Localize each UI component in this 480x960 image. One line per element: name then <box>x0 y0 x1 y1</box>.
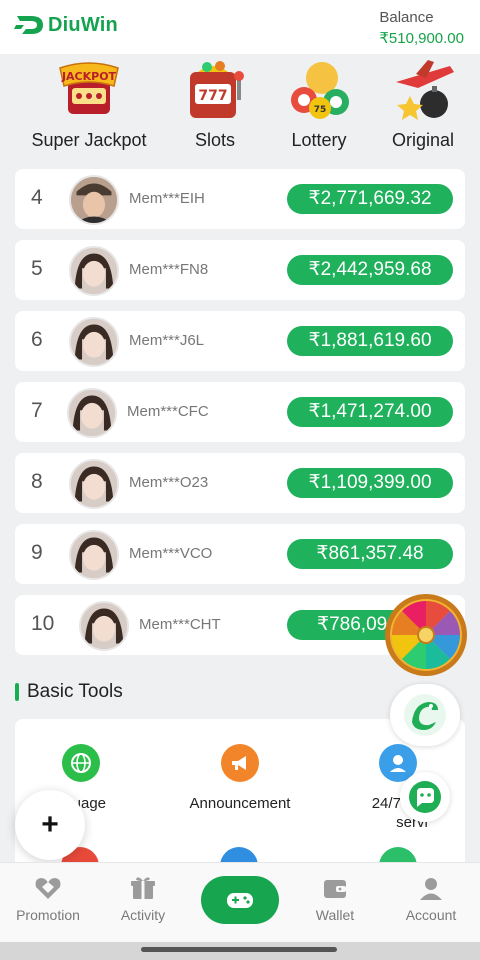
system-home-indicator-area <box>0 942 480 960</box>
lottery-balls-icon: 75 <box>291 62 349 119</box>
win-amount: ₹2,442,959.68 <box>287 255 453 285</box>
win-amount: ₹861,357.48 <box>287 539 453 569</box>
balance-block: Balance ₹510,900.00 <box>379 9 464 47</box>
win-amount: ₹2,771,669.32 <box>287 184 453 214</box>
avatar <box>69 530 119 580</box>
avatar <box>69 317 119 367</box>
gift-icon <box>131 877 155 899</box>
nav-activity[interactable]: Activity <box>95 875 191 923</box>
win-amount: ₹1,881,619.60 <box>287 326 453 356</box>
ranking-row[interactable]: 6 Mem***J6L ₹1,881,619.60 <box>15 311 465 371</box>
win-amount: ₹1,109,399.00 <box>287 468 453 498</box>
nav-label: Promotion <box>16 907 80 923</box>
nav-games-home[interactable] <box>201 876 279 924</box>
dragon-bonus-button[interactable] <box>390 684 460 746</box>
avatar-image <box>71 319 117 365</box>
rank-number: 7 <box>31 399 43 422</box>
brand-logo[interactable]: DiuWin <box>14 12 118 38</box>
tab-label: Lottery <box>291 130 347 150</box>
avatar <box>67 388 117 438</box>
home-indicator-bar[interactable] <box>141 947 337 952</box>
gamepad-icon <box>227 893 253 908</box>
globe-icon <box>62 744 100 782</box>
section-accent-bar <box>15 683 19 701</box>
svg-text:777: 777 <box>198 88 227 104</box>
ranking-row[interactable]: 7 Mem***CFC ₹1,471,274.00 <box>15 382 465 442</box>
avatar-image <box>71 177 117 223</box>
chat-support-button[interactable] <box>400 772 450 822</box>
rank-number: 4 <box>31 186 43 209</box>
section-title: Basic Tools <box>27 681 123 702</box>
member-name: Mem***J6L <box>129 332 205 349</box>
rank-number: 8 <box>31 470 43 493</box>
diamond-heart-icon <box>35 878 61 899</box>
wallet-icon <box>324 880 346 898</box>
tab-lottery[interactable]: 75 Lottery <box>259 58 379 158</box>
avatar-image <box>71 461 117 507</box>
tool-announcement[interactable]: Announcement <box>170 744 310 813</box>
member-name: Mem***CFC <box>127 403 209 420</box>
svg-text:JACKPOT: JACKPOT <box>61 70 117 83</box>
tab-slots[interactable]: 777 Slots <box>155 58 275 158</box>
floating-plus-button[interactable]: + <box>15 790 85 860</box>
nav-account[interactable]: Account <box>383 875 479 923</box>
dragon-icon <box>404 694 446 736</box>
avatar <box>69 246 119 296</box>
basic-tools-card: nguage Announcement 24/7 Cu servi <box>15 719 465 879</box>
lucky-wheel-icon[interactable] <box>383 592 469 678</box>
win-amount: ₹1,471,274.00 <box>287 397 453 427</box>
tab-label: Slots <box>194 130 236 150</box>
jackpot-icon: JACKPOT <box>59 62 119 114</box>
rank-number: 5 <box>31 257 43 280</box>
member-name: Mem***FN8 <box>129 261 209 278</box>
nav-promotion[interactable]: Promotion <box>0 875 96 923</box>
logo-d-icon <box>14 16 43 34</box>
balance-label: Balance <box>379 9 434 26</box>
nav-label: Wallet <box>315 907 355 923</box>
tab-original[interactable]: Original <box>363 58 480 158</box>
tab-label: Original <box>391 130 455 150</box>
avatar <box>69 175 119 225</box>
basic-tools-header: Basic Tools <box>15 681 123 703</box>
megaphone-icon <box>221 744 259 782</box>
game-category-tabs: JACKPOT Super Jackpot 777 Slots 75 Lotte… <box>0 54 480 221</box>
chat-bubble-icon <box>409 781 441 813</box>
avatar-image <box>81 603 127 649</box>
avatar-image <box>69 390 115 436</box>
account-icon <box>420 878 442 900</box>
balance-value: ₹510,900.00 <box>379 30 464 47</box>
tab-super-jackpot[interactable]: JACKPOT Super Jackpot <box>29 58 149 158</box>
member-name: Mem***CHT <box>139 616 221 633</box>
bottom-navigation: Promotion Activity Wallet Account <box>0 862 480 942</box>
avatar-image <box>71 532 117 578</box>
ranking-row[interactable]: 4 Mem***EIH ₹2,771,669.32 <box>15 169 465 229</box>
ranking-row[interactable]: 9 Mem***VCO ₹861,357.48 <box>15 524 465 584</box>
nav-label: Account <box>405 907 457 923</box>
avatar <box>69 459 119 509</box>
avatar-image <box>71 248 117 294</box>
app-header: DiuWin Balance ₹510,900.00 <box>0 0 480 54</box>
ranking-row[interactable]: 5 Mem***FN8 ₹2,442,959.68 <box>15 240 465 300</box>
rank-number: 6 <box>31 328 43 351</box>
nav-wallet[interactable]: Wallet <box>287 875 383 923</box>
slot-machine-icon: 777 <box>190 61 244 118</box>
tool-label-line2: servi <box>396 814 428 831</box>
rank-number: 10 <box>31 612 55 635</box>
svg-text:75: 75 <box>314 105 327 115</box>
ranking-row[interactable]: 8 Mem***O23 ₹1,109,399.00 <box>15 453 465 513</box>
tab-label: Super Jackpot <box>31 130 147 150</box>
member-name: Mem***VCO <box>129 545 213 562</box>
rank-number: 9 <box>31 541 43 564</box>
tool-label: Announcement <box>189 795 291 812</box>
brand-name: DiuWin <box>48 13 118 36</box>
airplane-bomb-icon <box>396 60 454 120</box>
nav-label: Activity <box>120 907 166 923</box>
avatar <box>79 601 129 651</box>
member-name: Mem***O23 <box>129 474 209 491</box>
member-name: Mem***EIH <box>129 190 205 207</box>
